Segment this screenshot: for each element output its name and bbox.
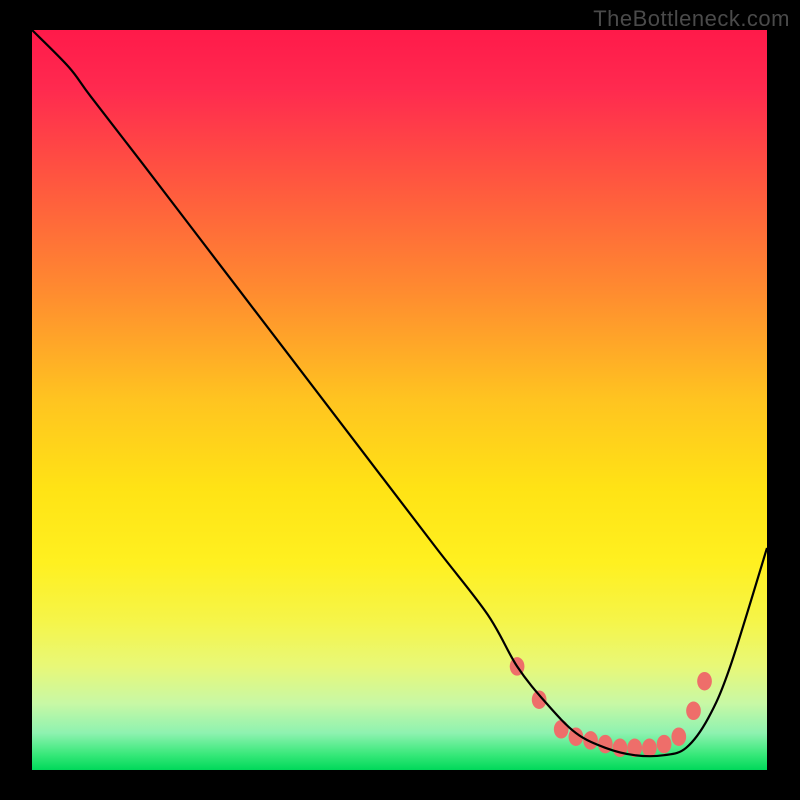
curve-marker xyxy=(671,727,686,746)
bottleneck-curve xyxy=(32,30,767,756)
curve-layer xyxy=(32,30,767,770)
plot-area xyxy=(32,30,767,770)
curve-marker xyxy=(642,739,657,758)
curve-marker xyxy=(554,720,569,739)
watermark-text: TheBottleneck.com xyxy=(593,6,790,32)
curve-marker xyxy=(657,735,672,754)
curve-marker xyxy=(697,672,712,691)
curve-marker xyxy=(686,702,701,721)
marker-group xyxy=(510,657,712,757)
